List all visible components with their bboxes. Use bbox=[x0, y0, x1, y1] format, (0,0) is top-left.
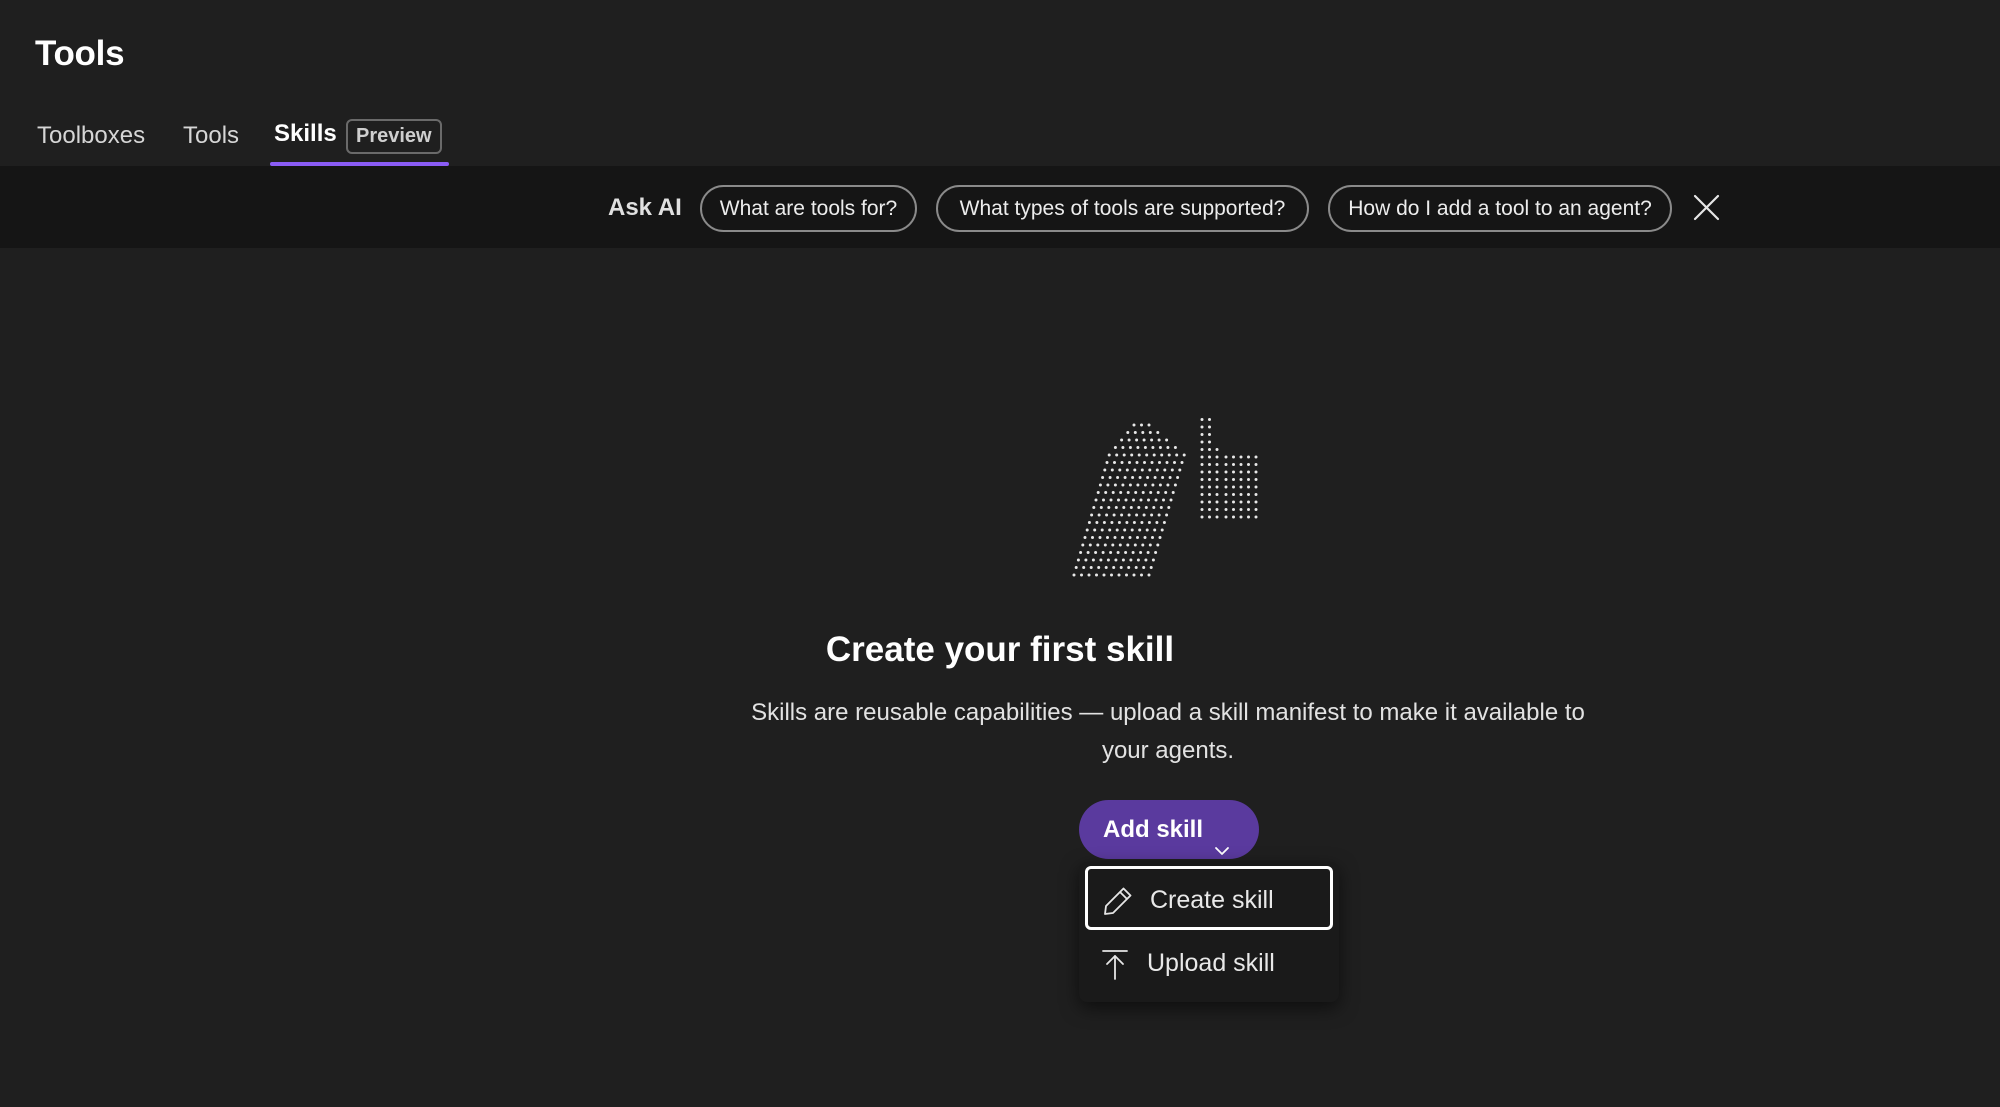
chevron-down-icon bbox=[1214, 822, 1230, 855]
ask-ai-label: Ask AI bbox=[608, 194, 682, 221]
preview-badge: Preview bbox=[346, 119, 442, 154]
ask-ai-bar: Ask AI What are tools for? What types of… bbox=[0, 166, 2000, 248]
ask-ai-suggestion-chip[interactable]: How do I add a tool to an agent? bbox=[1328, 185, 1672, 232]
page-title: Tools bbox=[35, 34, 125, 73]
page-header: Tools Toolboxes Tools Skills Preview bbox=[0, 0, 2000, 166]
menu-item-label: Upload skill bbox=[1147, 949, 1275, 977]
ask-ai-suggestion-chip[interactable]: What types of tools are supported? bbox=[936, 185, 1309, 232]
menu-item-label: Create skill bbox=[1150, 886, 1274, 914]
menu-item-upload-skill[interactable]: Upload skill bbox=[1085, 932, 1333, 996]
dotted-hands-icon bbox=[1070, 375, 1270, 580]
add-skill-label: Add skill bbox=[1103, 816, 1204, 843]
add-skill-button[interactable]: Add skill bbox=[1079, 800, 1259, 859]
empty-state-title: Create your first skill bbox=[825, 630, 1175, 669]
add-skill-menu: Create skill Upload skill bbox=[1079, 862, 1339, 1002]
close-icon[interactable] bbox=[1693, 194, 1720, 221]
menu-item-create-skill[interactable]: Create skill bbox=[1085, 866, 1333, 930]
ask-ai-suggestion-chip[interactable]: What are tools for? bbox=[700, 185, 917, 232]
empty-state-description: Skills are reusable capabilities — uploa… bbox=[751, 699, 1585, 764]
pencil-icon bbox=[1102, 885, 1134, 917]
upload-icon bbox=[1099, 948, 1131, 980]
